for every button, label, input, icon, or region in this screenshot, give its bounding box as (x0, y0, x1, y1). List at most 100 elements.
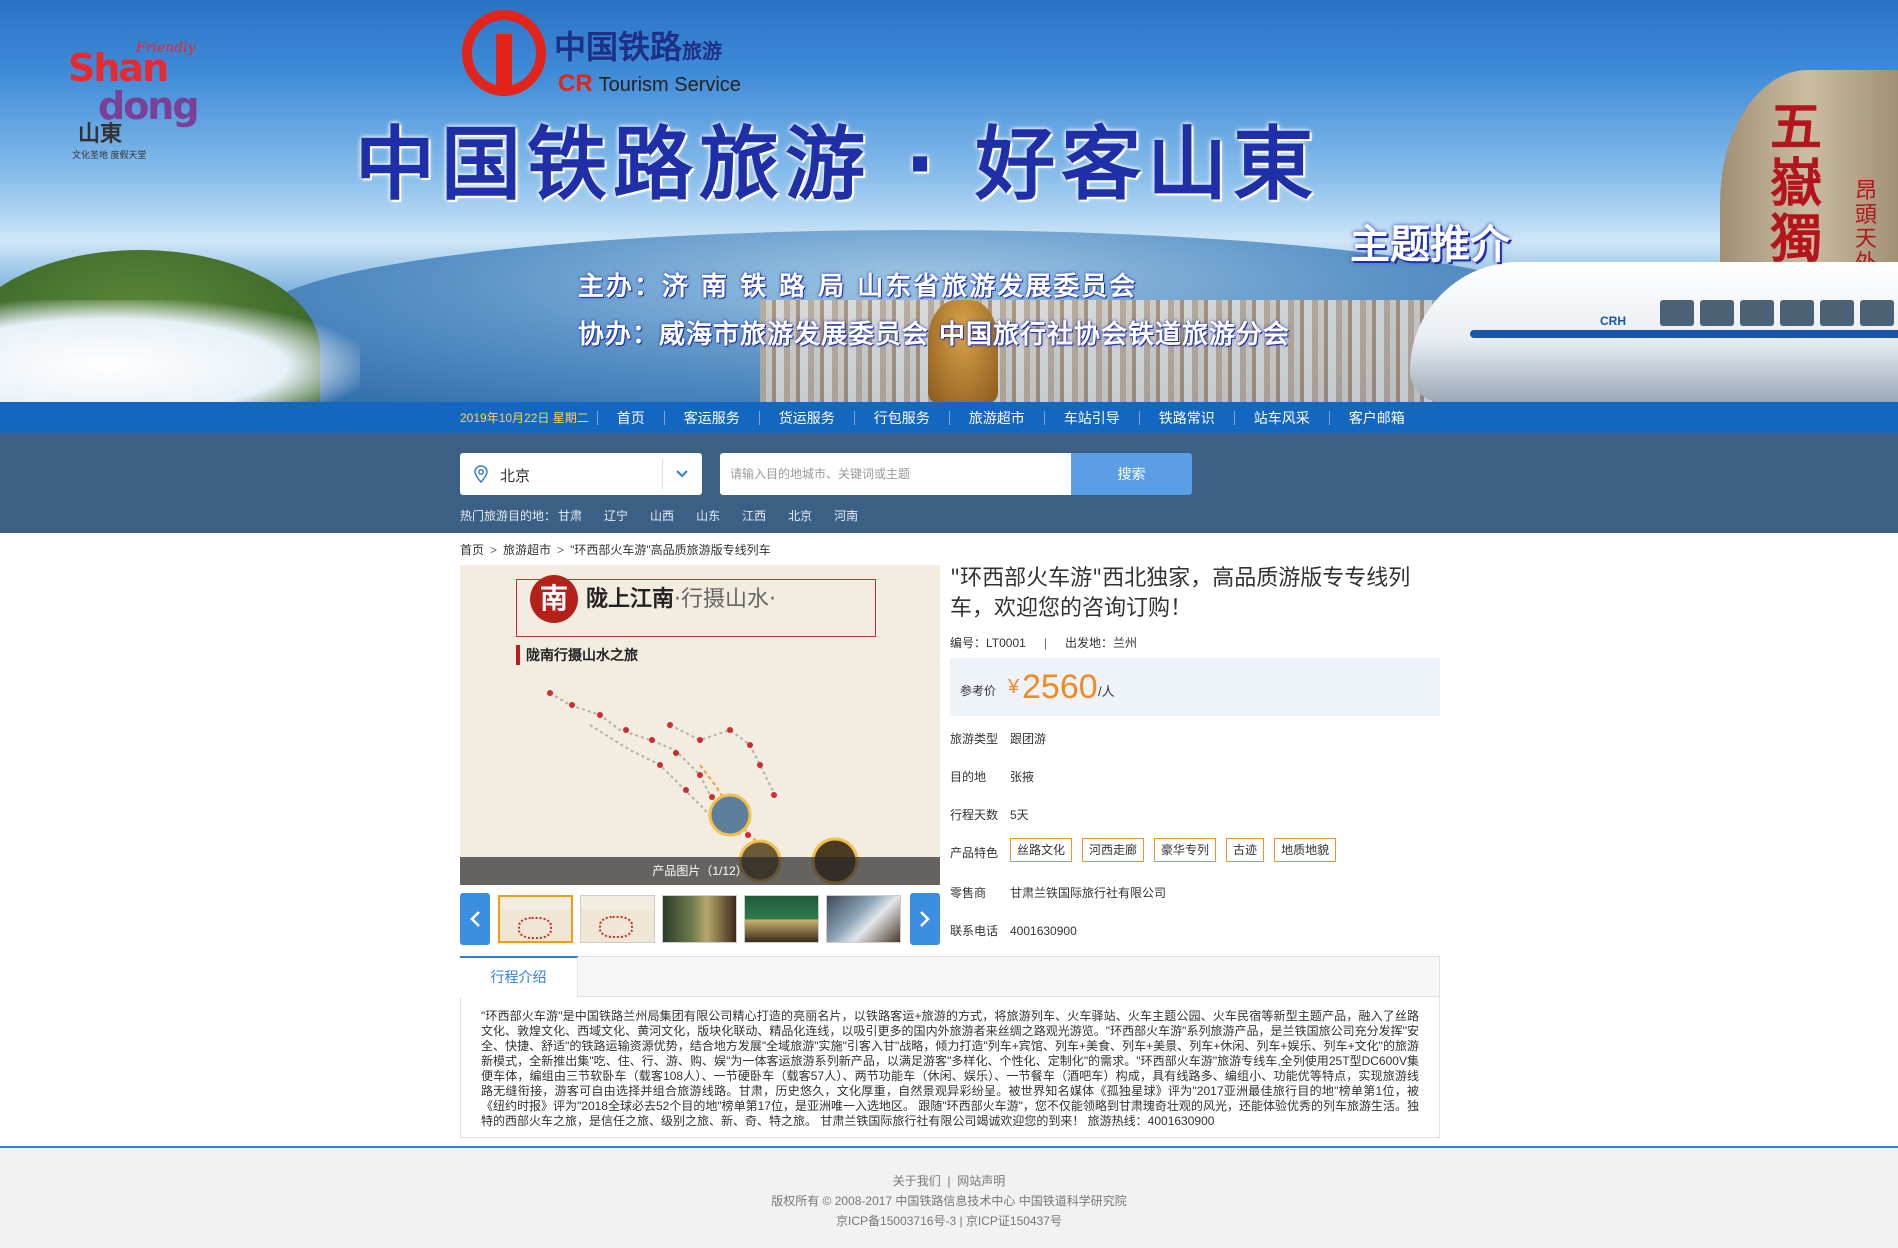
feature-tag[interactable]: 地质地貌 (1274, 838, 1337, 862)
city-select-value: 北京 (500, 468, 531, 485)
itinerary-panel: 行程介绍 "环西部火车游"是中国铁路兰州局集团有限公司精心打造的亮丽名片，以铁路… (460, 956, 1440, 1138)
banner-title: 中国铁路旅游 · 好客山東 (355, 118, 1320, 211)
train-window (1780, 300, 1814, 326)
thumbnail-prev-button[interactable] (460, 893, 490, 945)
nav-item-station-style[interactable]: 站车风采 (1233, 410, 1329, 425)
price-currency: ¥ (1008, 676, 1020, 698)
hot-destinations: 热门旅游目的地： 甘肃 辽宁 山西 山东 江西 北京 河南 (460, 507, 880, 524)
nav-item-freight[interactable]: 货运服务 (758, 410, 854, 425)
train-window (1660, 300, 1694, 326)
price-value: 2560 (1022, 668, 1098, 706)
nav-item-luggage[interactable]: 行包服务 (853, 410, 949, 425)
thumbnail-image[interactable] (826, 895, 901, 943)
product-meta: 编号：LT0001 | 出发地：兰州 (950, 634, 1137, 651)
footer-link-about[interactable]: 关于我们 (893, 1174, 941, 1188)
attr-row-destination: 目的地 张掖 (950, 768, 1034, 785)
hot-destination-link[interactable]: 江西 (742, 507, 766, 524)
logo-shandong-cn: 山東 (78, 121, 123, 147)
cr-logo-en: CR Tourism Service (558, 70, 741, 97)
breadcrumb: 首页 > 旅游超市 > "环西部火车游"高品质旅游版专线列车 (460, 541, 771, 558)
itinerary-tabs: 行程介绍 (460, 956, 1439, 997)
attr-label: 旅游类型 (950, 732, 999, 746)
attr-label: 行程天数 (950, 808, 999, 822)
feature-tag[interactable]: 河西走廊 (1082, 838, 1145, 862)
chevron-down-icon[interactable] (674, 465, 690, 481)
meta-divider: | (1043, 636, 1047, 650)
train-window (1700, 300, 1734, 326)
tab-itinerary[interactable]: 行程介绍 (460, 956, 578, 997)
hot-destination-link[interactable]: 山西 (650, 507, 674, 524)
search-input[interactable] (720, 453, 1072, 495)
thumbnail-image[interactable] (744, 895, 819, 943)
hot-destination-link[interactable]: 山东 (696, 507, 720, 524)
banner-host: 主办：济 南 铁 路 局 山东省旅游发展委员会 (578, 272, 1138, 302)
train-window (1740, 300, 1774, 326)
search-band: 北京 搜索 热门旅游目的地： 甘肃 辽宁 山西 山东 江西 北京 河南 (0, 433, 1898, 533)
attr-row-features: 产品特色 (950, 844, 1010, 861)
banner-clouds (0, 300, 360, 402)
breadcrumb-travel-market[interactable]: 旅游超市 (503, 543, 551, 557)
footer-link-statement[interactable]: 网站声明 (957, 1174, 1005, 1188)
breadcrumb-separator: > (557, 543, 565, 557)
attr-row-type: 旅游类型 跟团游 (950, 730, 1046, 747)
footer-copyright: 版权所有 © 2008-2017 中国铁路信息技术中心 中国铁道科学研究院 (771, 1194, 1127, 1208)
product-code: LT0001 (986, 636, 1026, 650)
nav-item-rail-knowledge[interactable]: 铁路常识 (1138, 410, 1234, 425)
attr-row-days: 行程天数 5天 (950, 806, 1029, 823)
attr-value: 5天 (1010, 808, 1029, 822)
breadcrumb-home[interactable]: 首页 (460, 543, 484, 557)
chevron-right-icon (920, 911, 930, 927)
hot-destination-link[interactable]: 河南 (834, 507, 858, 524)
feature-tag[interactable]: 丝路文化 (1010, 838, 1073, 862)
feature-tags: 丝路文化 河西走廊 豪华专列 古迹 地质地貌 (1010, 838, 1346, 862)
itinerary-text: "环西部火车游"是中国铁路兰州局集团有限公司精心打造的亮丽名片，以铁路客运+旅游… (481, 1009, 1419, 1128)
attr-label: 零售商 (950, 886, 987, 900)
map-subtitle: 陇南行摄山水之旅 (516, 645, 638, 665)
feature-tag[interactable]: 古迹 (1226, 838, 1265, 862)
banner-subtitle: 主题推介 (1350, 222, 1510, 268)
city-select[interactable]: 北京 (460, 453, 702, 495)
train-window (1860, 300, 1894, 326)
attr-label: 联系电话 (950, 924, 999, 938)
thumbnail-image[interactable] (580, 895, 655, 943)
footer-links: 关于我们 | 网站声明 (892, 1174, 1006, 1188)
nav-item-home[interactable]: 首页 (596, 410, 664, 425)
footer-icp: 京ICP备15003716号-3 | 京ICP证150437号 (836, 1214, 1062, 1228)
depart-city: 兰州 (1112, 636, 1137, 650)
price-unit: /人 (1098, 684, 1115, 699)
train-stripe (1470, 330, 1898, 338)
search-button[interactable]: 搜索 (1071, 453, 1192, 495)
product-title: "环西部火车游"西北独家，高品质游版专专线列车，欢迎您的咨询订购！ (950, 566, 1411, 621)
location-pin-icon (474, 465, 488, 483)
nav-item-station-guide[interactable]: 车站引导 (1043, 410, 1139, 425)
thumbnail-next-button[interactable] (910, 893, 940, 945)
nav-date: 2019年10月22日 星期二 (460, 411, 589, 425)
attr-value: 甘肃兰铁国际旅行社有限公司 (1010, 886, 1167, 900)
attr-label: 目的地 (950, 770, 987, 784)
chevron-left-icon (470, 911, 480, 927)
header-banner: 五嶽獨尊 昂頭天外 CRH Friendly Shan dong 山東 文化圣地… (0, 0, 1898, 402)
thumbnail-image[interactable] (662, 895, 737, 943)
depart-label: 出发地： (1064, 636, 1113, 650)
nav-item-mailbox[interactable]: 客户邮箱 (1328, 410, 1424, 425)
nav-item-travel-market[interactable]: 旅游超市 (948, 410, 1044, 425)
thumbnail-strip (460, 893, 940, 945)
hot-destination-link[interactable]: 甘肃 (558, 507, 582, 524)
breadcrumb-separator: > (490, 543, 498, 557)
thumbnail-image[interactable] (498, 895, 573, 943)
train-window (1820, 300, 1854, 326)
train-label: CRH (1600, 314, 1626, 328)
price-box: 参考价 ¥ 2560 /人 (950, 658, 1440, 716)
hot-destination-link[interactable]: 北京 (788, 507, 812, 524)
nav-item-passenger[interactable]: 客运服务 (663, 410, 759, 425)
feature-tag[interactable]: 豪华专列 (1154, 838, 1217, 862)
map-title: 陇上江南·行摄山水· (586, 587, 777, 612)
product-code-label: 编号： (950, 636, 987, 650)
hot-destination-link[interactable]: 辽宁 (604, 507, 628, 524)
attr-label: 产品特色 (950, 846, 999, 860)
product-image[interactable]: 南 陇上江南·行摄山水· 陇南行摄山水之旅 产品图片（1/12） (460, 565, 940, 885)
gallery-caption: 产品图片（1/12） (460, 857, 940, 885)
city-select-divider (662, 459, 663, 489)
cr-tourism-logo: 中国铁路旅游 CR Tourism Service (462, 10, 762, 102)
map-badge: 南 (530, 575, 578, 623)
